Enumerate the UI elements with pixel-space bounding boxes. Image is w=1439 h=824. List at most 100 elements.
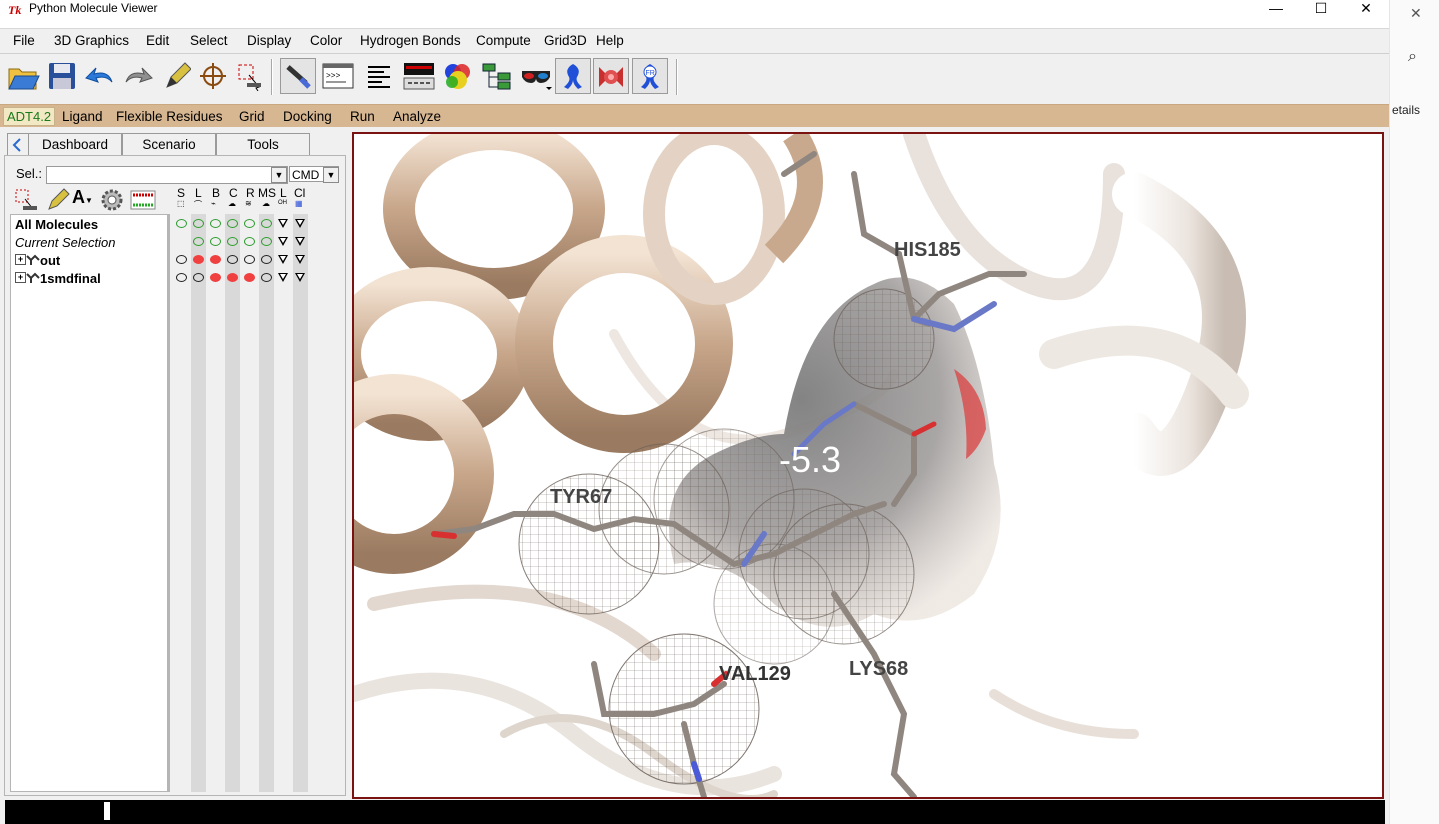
- label-pencil-icon[interactable]: [44, 187, 70, 213]
- color-menu-out[interactable]: [295, 255, 305, 264]
- menu-compute[interactable]: Compute: [476, 33, 531, 48]
- label-menu-1smdfinal[interactable]: [278, 273, 288, 282]
- selection-input[interactable]: [46, 166, 288, 184]
- label-menu-sel[interactable]: [278, 237, 288, 246]
- expand-toggle[interactable]: +: [15, 272, 26, 283]
- cmd-dropdown-arrow[interactable]: ▼: [323, 167, 339, 183]
- toggle-msms-sel[interactable]: [261, 237, 272, 246]
- background-close-icon[interactable]: ✕: [1410, 5, 1422, 22]
- selection-label: Sel.:: [16, 166, 43, 181]
- collapse-panel-button[interactable]: [7, 133, 29, 155]
- open-folder-icon[interactable]: [5, 58, 41, 94]
- ribbon-icon[interactable]: [555, 58, 591, 94]
- toggle-bonds-all[interactable]: [210, 219, 221, 228]
- color-menu-all[interactable]: [295, 219, 305, 228]
- toggle-bonds-sel[interactable]: [210, 237, 221, 246]
- toggle-cpk-all[interactable]: [227, 219, 238, 228]
- wand-icon[interactable]: [280, 58, 316, 94]
- search-icon[interactable]: ⌕: [1408, 48, 1417, 66]
- adt-version-badge[interactable]: ADT4.2: [3, 107, 56, 126]
- label-menu-all[interactable]: [278, 219, 288, 228]
- minimize-button[interactable]: —: [1253, 0, 1299, 20]
- tab-tools[interactable]: Tools: [216, 133, 310, 155]
- adt-menu-docking[interactable]: Docking: [283, 109, 332, 124]
- menu-3d-graphics[interactable]: 3D Graphics: [54, 33, 129, 48]
- tree-item-all-molecules[interactable]: All Molecules: [15, 217, 98, 232]
- python-shell-icon[interactable]: >>>: [320, 58, 356, 94]
- toggle-ribbon-out[interactable]: [244, 255, 255, 264]
- binding-energy-label: -5.3: [779, 439, 841, 480]
- column-stripe: [293, 214, 308, 792]
- molecule-scene[interactable]: HIS185 TYR67 VAL129 LYS68 -5.3: [354, 134, 1382, 797]
- save-disk-icon[interactable]: [44, 58, 80, 94]
- tree-item-label: out: [40, 253, 61, 268]
- color-menu-sel[interactable]: [295, 237, 305, 246]
- rgb-spheres-icon[interactable]: [440, 58, 476, 94]
- menu-file[interactable]: File: [13, 33, 35, 48]
- menu-edit[interactable]: Edit: [146, 33, 169, 48]
- dashboard-icon[interactable]: [401, 58, 437, 94]
- col-icon-s: ⬚: [177, 199, 185, 208]
- tree-item-out[interactable]: + out: [15, 253, 60, 268]
- toggle-lines-all[interactable]: [193, 219, 204, 228]
- label-menu-out[interactable]: [278, 255, 288, 264]
- select-tool-icon[interactable]: [13, 187, 41, 213]
- toggle-show-1smdfinal[interactable]: [176, 273, 187, 282]
- text-align-icon[interactable]: [361, 58, 397, 94]
- tree-item-current-selection[interactable]: Current Selection: [15, 235, 115, 250]
- adt-menu-flexible-residues[interactable]: Flexible Residues: [116, 109, 223, 124]
- expand-toggle[interactable]: +: [15, 254, 26, 265]
- tree-network-icon[interactable]: [479, 58, 515, 94]
- menu-grid3d[interactable]: Grid3D: [544, 33, 587, 48]
- adt-menu-run[interactable]: Run: [350, 109, 375, 124]
- undo-arrow-icon[interactable]: [82, 58, 118, 94]
- toggle-cpk-out[interactable]: [227, 255, 238, 264]
- toggle-bonds-1smdfinal[interactable]: [210, 273, 221, 282]
- close-button[interactable]: ✕: [1343, 0, 1389, 20]
- maximize-button[interactable]: ☐: [1298, 0, 1344, 20]
- red-surface-icon[interactable]: [593, 58, 629, 94]
- details-text: etails: [1392, 103, 1421, 117]
- toggle-lines-out[interactable]: [193, 255, 204, 264]
- 3d-viewer-canvas[interactable]: HIS185 TYR67 VAL129 LYS68 -5.3: [352, 132, 1384, 799]
- toggle-lines-1smdfinal[interactable]: [193, 273, 204, 282]
- toggle-ribbon-sel[interactable]: [244, 237, 255, 246]
- molecule-icon: [26, 272, 40, 284]
- adt-menu-grid[interactable]: Grid: [239, 109, 265, 124]
- col-header-b: B: [212, 186, 221, 200]
- toggle-show-all[interactable]: [176, 219, 187, 228]
- tab-dashboard[interactable]: Dashboard: [28, 133, 122, 155]
- tab-scenario[interactable]: Scenario: [122, 133, 216, 155]
- adt-menu-ligand[interactable]: Ligand: [62, 109, 103, 124]
- toggle-cpk-sel[interactable]: [227, 237, 238, 246]
- toggle-ribbon-all[interactable]: [244, 219, 255, 228]
- menu-display[interactable]: Display: [247, 33, 291, 48]
- menu-color[interactable]: Color: [310, 33, 342, 48]
- toolbar-separator: [271, 59, 273, 95]
- toggle-lines-sel[interactable]: [193, 237, 204, 246]
- crosshair-pick-icon[interactable]: [195, 58, 231, 94]
- tree-item-1smdfinal[interactable]: +1smdfinal: [15, 271, 101, 286]
- fr-icon[interactable]: FR: [632, 58, 668, 94]
- select-cursor-icon[interactable]: [232, 58, 268, 94]
- redo-arrow-icon[interactable]: [120, 58, 156, 94]
- stereo-glasses-icon[interactable]: [518, 58, 554, 94]
- toggle-ribbon-1smdfinal[interactable]: [244, 273, 255, 282]
- menu-select[interactable]: Select: [190, 33, 228, 48]
- toggle-msms-out[interactable]: [261, 255, 272, 264]
- toggle-bonds-out[interactable]: [210, 255, 221, 264]
- settings-gear-icon[interactable]: [99, 187, 127, 213]
- color-menu-1smdfinal[interactable]: [295, 273, 305, 282]
- sequence-viewer-icon[interactable]: [129, 187, 157, 213]
- toggle-msms-1smdfinal[interactable]: [261, 273, 272, 282]
- font-label-icon[interactable]: A▼: [72, 187, 98, 213]
- menu-help[interactable]: Help: [596, 33, 624, 48]
- adt-menu-analyze[interactable]: Analyze: [393, 109, 441, 124]
- toggle-cpk-1smdfinal[interactable]: [227, 273, 238, 282]
- toggle-msms-all[interactable]: [261, 219, 272, 228]
- col-icon-c: ☁: [228, 199, 236, 208]
- pencil-label-icon[interactable]: [158, 58, 194, 94]
- menu-hydrogen-bonds[interactable]: Hydrogen Bonds: [360, 33, 461, 48]
- toggle-show-out[interactable]: [176, 255, 187, 264]
- selection-dropdown-arrow[interactable]: ▼: [271, 167, 287, 183]
